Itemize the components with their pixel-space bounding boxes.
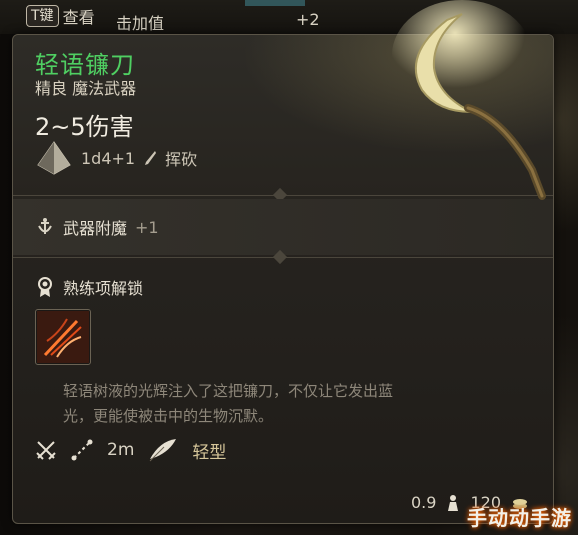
item-weight: 0.9 bbox=[411, 493, 437, 512]
slash-icon bbox=[145, 151, 157, 165]
key-badge: T键 bbox=[26, 5, 59, 27]
damage-range: 2~5伤害 bbox=[35, 113, 134, 141]
item-type: 精良 魔法武器 bbox=[35, 79, 137, 98]
divider-top bbox=[13, 187, 553, 203]
skill-icon bbox=[37, 311, 89, 363]
top-hud-strip: T键 查看 击加值 +2 bbox=[0, 0, 578, 34]
weapon-properties-row: 2m 轻型 bbox=[35, 437, 226, 463]
weapon-weight-class: 轻型 bbox=[192, 442, 227, 463]
item-tooltip: 轻语镰刀 精良 魔法武器 2~5伤害 1d4+1 挥砍 武器附魔 +1 熟练项解… bbox=[12, 34, 554, 524]
damage-type: 挥砍 bbox=[165, 150, 198, 169]
enchant-value: +1 bbox=[135, 217, 159, 237]
weight-icon bbox=[448, 494, 459, 511]
dice-icon bbox=[37, 141, 71, 175]
attack-bonus-label: 击加值 bbox=[116, 14, 165, 33]
damage-dice: 1d4+1 bbox=[81, 148, 136, 168]
skill-unlock-tile[interactable] bbox=[35, 309, 91, 365]
proficiency-icon bbox=[38, 277, 52, 297]
damage-dice-row: 1d4+1 挥砍 bbox=[35, 139, 197, 177]
item-description: 轻语树液的光辉注入了这把镰刀，不仅让它发出蓝 光，更能使被击中的生物沉默。 bbox=[63, 379, 523, 429]
watermark-logo: 手动动手游 bbox=[467, 506, 572, 530]
proficiency-label: 熟练项解锁 bbox=[63, 279, 144, 298]
top-accent-bar bbox=[245, 0, 305, 6]
feather-icon bbox=[150, 439, 177, 462]
range-icon bbox=[71, 439, 93, 461]
tooltip-header: 轻语镰刀 精良 魔法武器 2~5伤害 1d4+1 挥砍 bbox=[13, 35, 553, 195]
inspect-hint[interactable]: T键 查看 bbox=[26, 4, 95, 28]
enchant-icon bbox=[38, 218, 52, 234]
crossed-swords-icon bbox=[36, 441, 56, 460]
divider-mid bbox=[13, 249, 553, 265]
enchant-label: 武器附魔 bbox=[63, 219, 128, 238]
description-line-1: 轻语树液的光辉注入了这把镰刀，不仅让它发出蓝 bbox=[63, 382, 394, 400]
proficiency-row: 熟练项解锁 bbox=[35, 275, 143, 299]
inspect-hint-text: 查看 bbox=[62, 8, 95, 27]
weapon-range: 2m bbox=[107, 440, 135, 460]
attack-bonus-value: +2 bbox=[296, 10, 320, 29]
enchant-row: 武器附魔 +1 bbox=[13, 199, 553, 255]
description-line-2: 光，更能使被击中的生物沉默。 bbox=[63, 407, 274, 425]
